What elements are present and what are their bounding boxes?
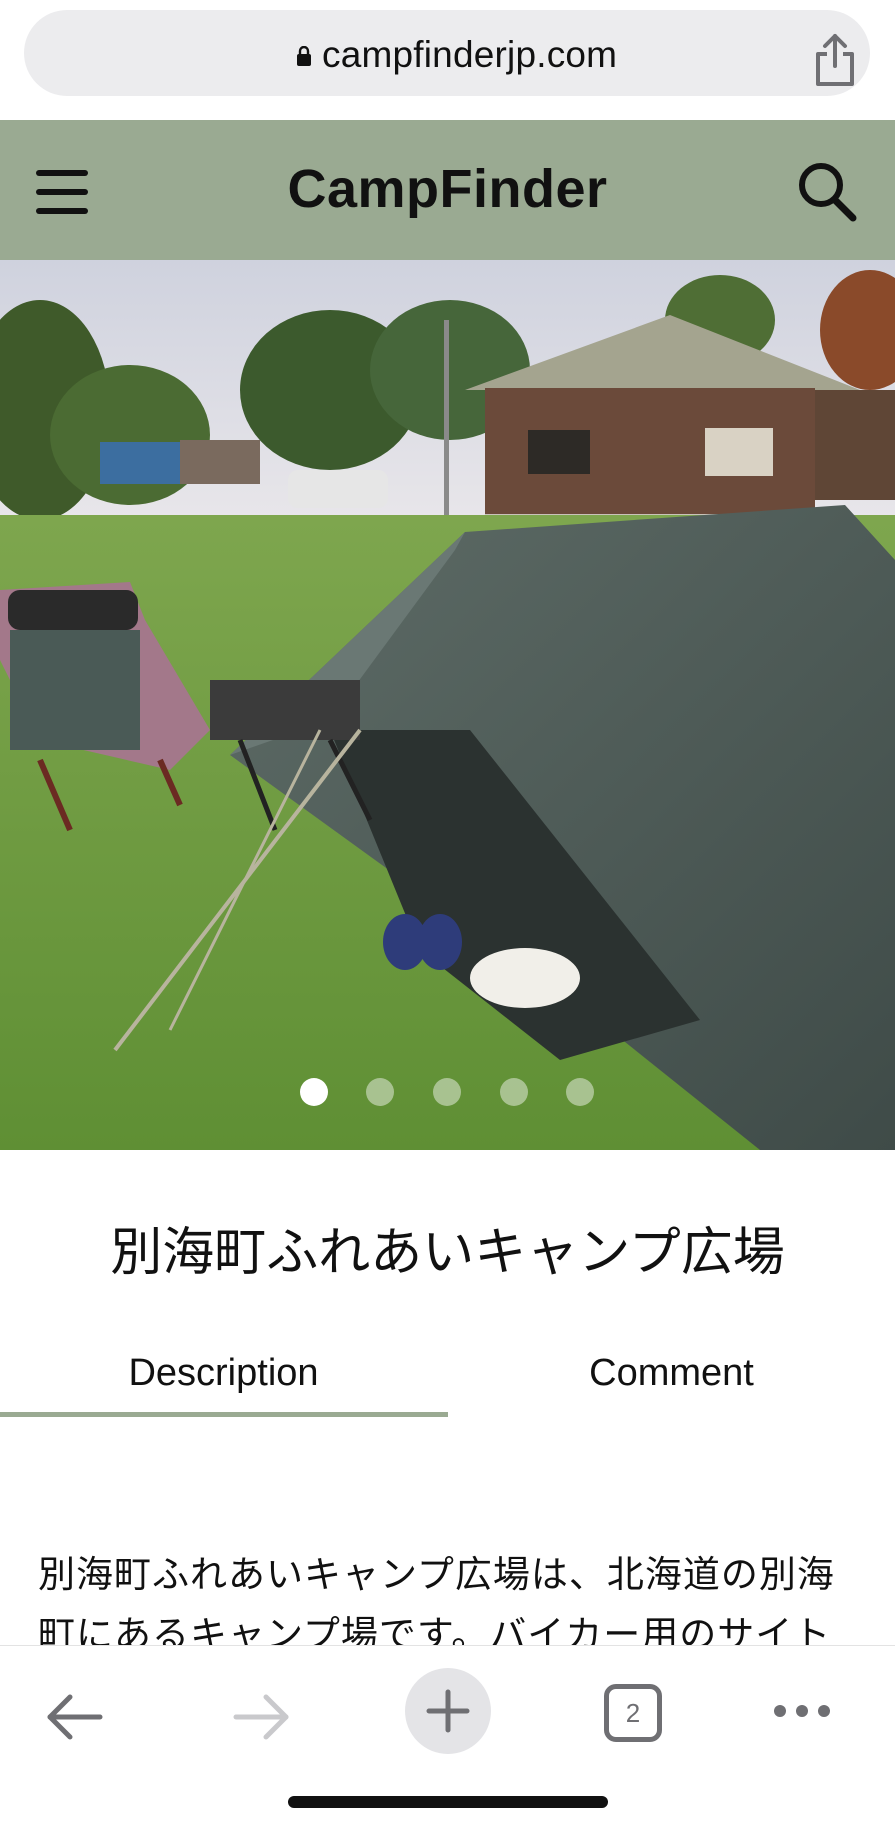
active-tab-indicator xyxy=(0,1412,448,1417)
tab-comment[interactable]: Comment xyxy=(448,1330,895,1416)
campsite-photo xyxy=(0,260,895,1150)
home-indicator xyxy=(288,1796,608,1808)
share-icon[interactable] xyxy=(812,32,858,88)
forward-arrow-icon[interactable] xyxy=(232,1692,292,1742)
carousel-dot[interactable] xyxy=(366,1078,394,1106)
search-icon[interactable] xyxy=(796,160,858,224)
tabs-count-button[interactable]: 2 xyxy=(604,1684,662,1742)
brand-logo[interactable]: CampFinder xyxy=(0,158,895,220)
new-tab-button[interactable] xyxy=(405,1668,491,1754)
url-text: campfinderjp.com xyxy=(322,34,618,75)
app-header: CampFinder xyxy=(0,120,895,260)
lock-icon xyxy=(297,46,311,66)
carousel-dot[interactable] xyxy=(566,1078,594,1106)
address-bar[interactable]: campfinderjp.com xyxy=(24,10,870,96)
carousel-dot[interactable] xyxy=(300,1078,328,1106)
more-options-icon[interactable] xyxy=(772,1701,832,1721)
hero-image-carousel[interactable] xyxy=(0,260,895,1150)
campsite-title: 別海町ふれあいキャンプ広場 xyxy=(110,1223,785,1283)
carousel-indicators xyxy=(0,1078,895,1108)
back-arrow-icon[interactable] xyxy=(44,1692,104,1742)
browser-bottom-toolbar: 2 xyxy=(0,1645,895,1833)
plus-icon xyxy=(426,1689,470,1733)
tab-description[interactable]: Description xyxy=(0,1330,447,1416)
content-tabs: Description Comment xyxy=(0,1330,895,1420)
carousel-dot[interactable] xyxy=(500,1078,528,1106)
browser-top-bar: campfinderjp.com xyxy=(0,0,895,120)
carousel-dot[interactable] xyxy=(433,1078,461,1106)
